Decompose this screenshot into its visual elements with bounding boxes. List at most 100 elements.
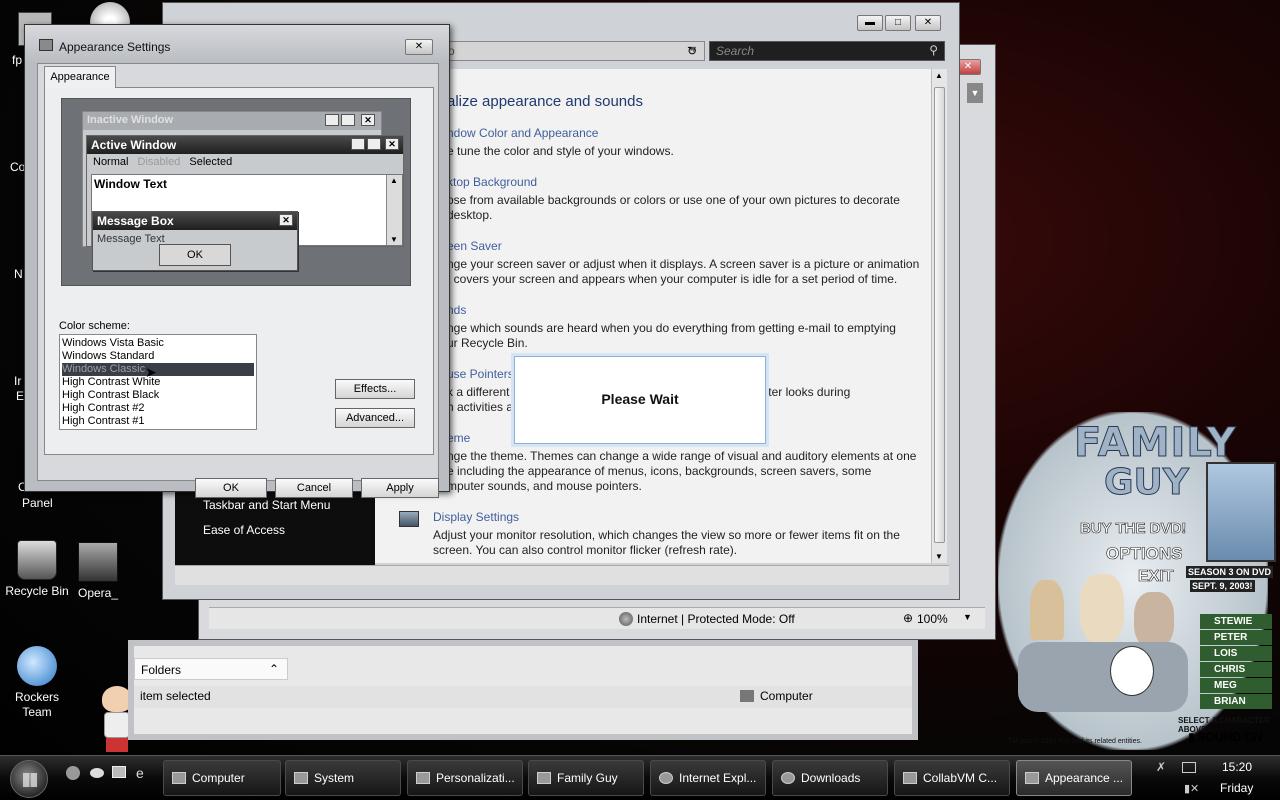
computer-icon bbox=[172, 772, 186, 784]
item-desktop-background[interactable]: ktop Background ose from available backg… bbox=[447, 175, 927, 223]
item-title[interactable]: Display Settings bbox=[433, 510, 927, 524]
preview-message-box: Message Box ✕ Message Text OK bbox=[92, 211, 298, 271]
search-input[interactable]: Search bbox=[716, 44, 754, 58]
collabvm-icon bbox=[903, 772, 917, 784]
task-internet-explorer[interactable]: Internet Expl... bbox=[650, 760, 766, 796]
item-desc: nge which sounds are heard when you do e… bbox=[447, 321, 896, 350]
desktop-icon-opera[interactable]: Opera_ bbox=[68, 542, 128, 600]
scheme-item[interactable]: High Contrast White bbox=[62, 376, 254, 389]
task-family-guy[interactable]: Family Guy bbox=[528, 760, 644, 796]
sound-label: SOUND ON bbox=[1197, 730, 1263, 744]
volume-muted-icon[interactable]: ▮✕ bbox=[1184, 782, 1199, 795]
task-downloads[interactable]: Downloads bbox=[772, 760, 888, 796]
start-button[interactable] bbox=[10, 760, 48, 798]
item-window-color[interactable]: ndow Color and Appearance e tune the col… bbox=[447, 126, 927, 159]
scroll-thumb[interactable] bbox=[934, 87, 945, 543]
search-box[interactable]: Search ⚲ bbox=[709, 41, 945, 61]
task-label: Downloads bbox=[801, 771, 861, 785]
season-date: SEPT. 9, 2003! bbox=[1190, 580, 1255, 592]
character-stewie[interactable]: STEWIE bbox=[1200, 614, 1272, 629]
task-system[interactable]: System bbox=[285, 760, 401, 796]
family-guy-dvd-box bbox=[1206, 462, 1276, 562]
vertical-scrollbar[interactable]: ▲ ▼ bbox=[931, 69, 947, 563]
msgbox-title-bar: Message Box ✕ bbox=[93, 212, 297, 230]
folders-pane[interactable]: Folders ⌃ bbox=[134, 658, 288, 680]
clock-day[interactable]: Friday bbox=[1220, 781, 1253, 795]
network-icon[interactable]: ✗ bbox=[1156, 760, 1166, 774]
task-personalization[interactable]: Personalizati... bbox=[407, 760, 523, 796]
active-title-bar: Active Window ✕ bbox=[87, 136, 403, 154]
zoom-dropdown-icon[interactable]: ▼ bbox=[963, 612, 972, 622]
quicklaunch-switch-icon[interactable] bbox=[90, 768, 104, 778]
minimize-button[interactable]: ▬ bbox=[857, 15, 883, 31]
maximize-button[interactable]: □ bbox=[885, 15, 911, 31]
menu-selected: Selected bbox=[189, 156, 233, 168]
desktop-icon-recycle-bin[interactable]: Recycle Bin bbox=[2, 540, 72, 598]
please-wait-text: Please Wait bbox=[601, 391, 679, 407]
quicklaunch-show-desktop-icon[interactable] bbox=[66, 766, 80, 780]
buy-dvd-link[interactable]: BUY THE DVD! bbox=[1080, 520, 1187, 538]
search-icon[interactable]: ⚲ bbox=[929, 43, 938, 57]
dialog-close-button[interactable]: ✕ bbox=[405, 39, 433, 55]
task-collabvm[interactable]: CollabVM C... bbox=[894, 760, 1010, 796]
effects-button[interactable]: Effects... bbox=[335, 379, 415, 399]
globe-icon bbox=[619, 612, 633, 626]
quicklaunch-ie-icon[interactable]: e bbox=[136, 765, 144, 781]
sidebar-link-taskbar[interactable]: Taskbar and Start Menu bbox=[203, 498, 330, 512]
system-icon bbox=[294, 772, 308, 784]
item-title[interactable]: een Saver bbox=[447, 239, 927, 253]
apply-button[interactable]: Apply bbox=[361, 478, 439, 498]
scheme-item[interactable]: Windows Vista Basic bbox=[62, 337, 254, 350]
desktop-icon-rockers-team[interactable]: Rockers Team bbox=[2, 646, 72, 720]
options-link[interactable]: OPTIONS bbox=[1106, 544, 1183, 564]
character-brian[interactable]: BRIAN bbox=[1200, 694, 1272, 709]
scheme-item[interactable]: Windows Standard bbox=[62, 350, 254, 363]
scroll-up-icon: ▲ bbox=[390, 176, 398, 185]
item-title[interactable]: ktop Background bbox=[447, 175, 927, 189]
task-computer[interactable]: Computer bbox=[163, 760, 281, 796]
scheme-item[interactable]: High Contrast Black bbox=[62, 389, 254, 402]
copyright-text: TM and © 2003 Fox and its related entiti… bbox=[1008, 738, 1142, 745]
ok-button[interactable]: OK bbox=[195, 478, 267, 498]
character-lois[interactable]: LOIS bbox=[1200, 646, 1272, 661]
character-peter[interactable]: PETER bbox=[1200, 630, 1272, 645]
item-sounds[interactable]: nds nge which sounds are heard when you … bbox=[447, 303, 927, 351]
refresh-icon[interactable]: ↻ bbox=[681, 41, 703, 61]
desktop-label-fp: fp bbox=[12, 53, 23, 67]
computer-icon bbox=[740, 690, 754, 702]
appearance-settings-dialog[interactable]: Appearance Settings ✕ Appearance Inactiv… bbox=[24, 24, 450, 498]
item-title[interactable]: nds bbox=[447, 303, 927, 317]
chevron-up-icon[interactable]: ⌃ bbox=[269, 662, 279, 676]
sidebar-link-ease-of-access[interactable]: Ease of Access bbox=[203, 523, 285, 537]
monitor-icon[interactable] bbox=[1182, 762, 1196, 773]
dialog-body: Appearance Inactive Window ✕ Active Wind… bbox=[37, 63, 439, 498]
clock-time[interactable]: 15:20 bbox=[1222, 760, 1252, 774]
close-button[interactable]: ✕ bbox=[915, 15, 941, 31]
character-meg[interactable]: MEG bbox=[1200, 678, 1272, 693]
address-bar[interactable]: o ▼ bbox=[443, 41, 705, 61]
item-title[interactable]: ndow Color and Appearance bbox=[447, 126, 927, 140]
internet-explorer-icon bbox=[17, 646, 57, 686]
item-display-settings[interactable]: Display Settings Adjust your monitor res… bbox=[433, 510, 927, 558]
horizontal-scrollbar[interactable] bbox=[175, 565, 949, 585]
advanced-button[interactable]: Advanced... bbox=[335, 408, 415, 428]
zoom-level[interactable]: 100% bbox=[917, 612, 948, 626]
ie-dropdown-button[interactable]: ▼ bbox=[967, 83, 983, 103]
explorer-window-back[interactable]: Folders ⌃ item selected Computer bbox=[128, 640, 918, 740]
minimize-icon bbox=[351, 138, 365, 150]
scroll-up-icon[interactable]: ▲ bbox=[935, 71, 943, 80]
scroll-down-icon[interactable]: ▼ bbox=[935, 552, 943, 561]
color-scheme-list[interactable]: Windows Vista Basic Windows Standard Win… bbox=[59, 334, 257, 430]
cancel-button[interactable]: Cancel bbox=[275, 478, 353, 498]
scheme-item[interactable]: High Contrast #2 bbox=[62, 402, 254, 415]
family-guy-widget: FAMILY GUY BUY THE DVD! OPTIONS EXIT SEA… bbox=[988, 412, 1280, 752]
scheme-item[interactable]: High Contrast #1 bbox=[62, 415, 254, 428]
task-label: Appearance ... bbox=[1045, 771, 1124, 785]
character-chris[interactable]: CHRIS bbox=[1200, 662, 1272, 677]
scheme-item-selected[interactable]: Windows Classic bbox=[62, 363, 254, 376]
item-screen-saver[interactable]: een Saver nge your screen saver or adjus… bbox=[447, 239, 927, 287]
quicklaunch-explorer-icon[interactable] bbox=[112, 766, 126, 778]
tab-appearance[interactable]: Appearance bbox=[44, 66, 116, 88]
task-appearance[interactable]: Appearance ... bbox=[1016, 760, 1132, 796]
sound-toggle[interactable]: ▮ SOUND ON bbox=[1188, 730, 1262, 744]
